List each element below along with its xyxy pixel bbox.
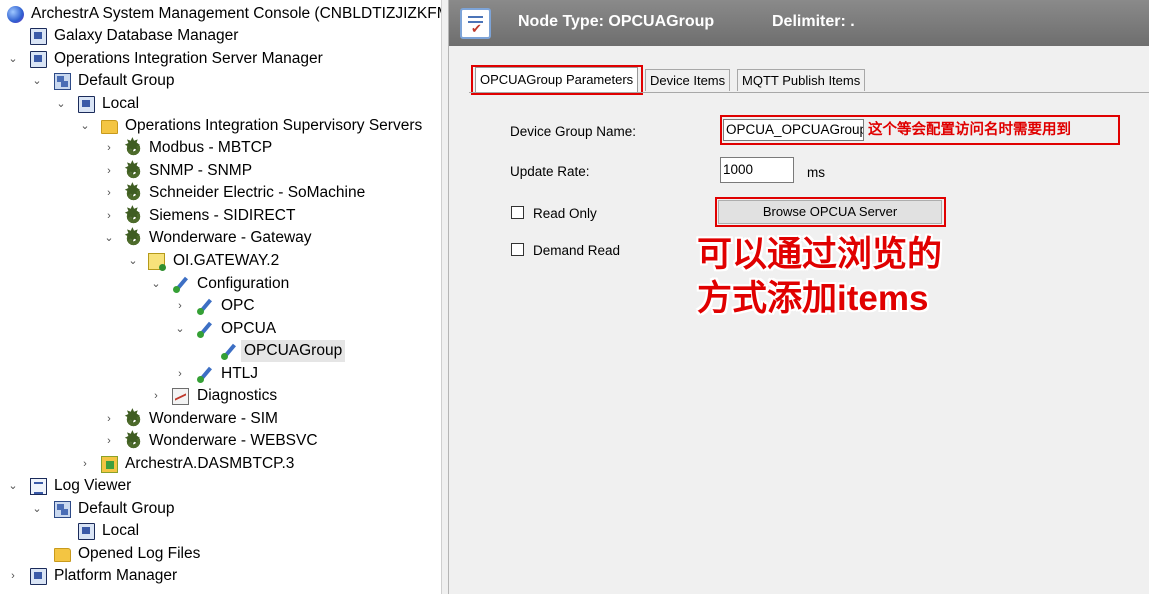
- tree-label: Modbus - MBTCP: [149, 139, 273, 156]
- config-pen-icon: [196, 366, 213, 383]
- archestra-logo-icon: [7, 6, 24, 23]
- chevron-down-icon[interactable]: ⌄: [127, 250, 139, 272]
- chevron-down-icon[interactable]: ⌄: [55, 93, 67, 115]
- device-group-name-label: Device Group Name:: [510, 124, 637, 139]
- group-icon: [54, 73, 71, 90]
- diagnostics-icon: [172, 388, 189, 405]
- chevron-right-icon[interactable]: ›: [150, 385, 162, 407]
- tree-label: ArchestrA System Management Console (CNB…: [31, 5, 441, 22]
- tree-label: Operations Integration Supervisory Serve…: [125, 117, 423, 134]
- chevron-down-icon[interactable]: ⌄: [150, 273, 162, 295]
- tree-label: Local: [102, 522, 140, 539]
- group-icon: [54, 501, 71, 518]
- tree-label: Local: [102, 95, 140, 112]
- chevron-right-icon[interactable]: ›: [103, 205, 115, 227]
- chevron-down-icon[interactable]: ⌄: [174, 318, 186, 340]
- tree-label: Opened Log Files: [78, 545, 201, 562]
- tree-label: Wonderware - SIM: [149, 410, 278, 427]
- chevron-down-icon[interactable]: ⌄: [31, 70, 43, 92]
- object-icon: [148, 253, 166, 271]
- chevron-down-icon[interactable]: ⌄: [7, 475, 19, 497]
- tab-highlight-box: [471, 65, 643, 95]
- gear-icon: [124, 136, 142, 157]
- node-type-label: Node Type: OPCUAGroup: [518, 13, 715, 30]
- tree-label: Platform Manager: [54, 567, 178, 584]
- chevron-down-icon[interactable]: ⌄: [103, 227, 115, 249]
- tree-label: ArchestrA.DASMBTCP.3: [125, 455, 295, 472]
- tab-mqtt-publish-items[interactable]: MQTT Publish Items: [737, 69, 866, 91]
- group-name-highlight-box: [720, 115, 1120, 145]
- tree-label: Wonderware - Gateway: [149, 229, 312, 246]
- folder-open-icon: [101, 120, 118, 134]
- computer-icon: [78, 523, 95, 540]
- details-pane: Node Type: OPCUAGroup Delimiter: . OPCUA…: [449, 0, 1149, 594]
- tree-label: SNMP - SNMP: [149, 162, 253, 179]
- tree-label: Default Group: [78, 500, 175, 517]
- gear-icon: [124, 181, 142, 202]
- delimiter-label: Delimiter: .: [772, 13, 855, 30]
- log-viewer-icon: [30, 478, 47, 495]
- chevron-right-icon[interactable]: ›: [103, 430, 115, 452]
- update-rate-unit: ms: [807, 165, 825, 180]
- browse-annotation-line2: 方式添加items: [697, 279, 929, 318]
- config-pen-icon: [196, 298, 213, 315]
- tree-label: Diagnostics: [197, 387, 278, 404]
- chevron-down-icon[interactable]: ⌄: [31, 498, 43, 520]
- tree-label: OPCUA: [221, 320, 277, 337]
- chevron-right-icon[interactable]: ›: [7, 565, 19, 587]
- monitor-icon: [30, 28, 47, 45]
- tree-label: Wonderware - WEBSVC: [149, 432, 318, 449]
- gear-icon: [124, 159, 142, 180]
- read-only-label: Read Only: [533, 206, 597, 221]
- config-pen-icon: [172, 276, 189, 293]
- gear-icon: [124, 226, 142, 247]
- tree-label: Log Viewer: [54, 477, 132, 494]
- tree-label: OI.GATEWAY.2: [173, 252, 280, 269]
- chevron-right-icon[interactable]: ›: [79, 453, 91, 475]
- tab-device-items[interactable]: Device Items: [645, 69, 731, 91]
- tree-label: Default Group: [78, 72, 175, 89]
- tree-label: HTLJ: [221, 365, 259, 382]
- tree-label: Schneider Electric - SoMachine: [149, 184, 366, 201]
- tree-label: Operations Integration Server Manager: [54, 50, 323, 67]
- das-server-icon: [101, 456, 118, 473]
- monitor-icon: [30, 51, 47, 68]
- chevron-right-icon[interactable]: ›: [103, 408, 115, 430]
- chevron-down-icon[interactable]: ⌄: [7, 48, 19, 70]
- tree-label-selected: OPCUAGroup: [241, 340, 346, 362]
- tree-label: Galaxy Database Manager: [54, 27, 239, 44]
- node-checklist-icon: [460, 8, 491, 39]
- config-pen-icon: [196, 321, 213, 338]
- read-only-checkbox[interactable]: [511, 206, 524, 219]
- tree-node-root[interactable]: ArchestrA System Management Console (CNB…: [0, 3, 441, 25]
- config-pen-icon: [220, 343, 237, 360]
- gear-icon: [124, 407, 142, 428]
- demand-read-label: Demand Read: [533, 243, 621, 258]
- chevron-down-icon[interactable]: ⌄: [79, 115, 91, 137]
- navigation-tree: ArchestrA System Management Console (CNB…: [0, 0, 441, 594]
- update-rate-label: Update Rate:: [510, 164, 590, 179]
- tree-label: Siemens - SIDIRECT: [149, 207, 296, 224]
- chevron-right-icon[interactable]: ›: [174, 295, 186, 317]
- gear-icon: [124, 429, 142, 450]
- chevron-right-icon[interactable]: ›: [103, 137, 115, 159]
- pane-splitter[interactable]: [441, 0, 449, 594]
- node-header: Node Type: OPCUAGroup Delimiter: .: [449, 0, 1149, 46]
- update-rate-field[interactable]: 1000: [720, 157, 794, 183]
- tree-label: Configuration: [197, 275, 290, 292]
- monitor-icon: [30, 568, 47, 585]
- folder-icon: [54, 548, 71, 562]
- chevron-right-icon[interactable]: ›: [174, 363, 186, 385]
- chevron-right-icon[interactable]: ›: [103, 182, 115, 204]
- browse-highlight-box: [715, 197, 946, 227]
- gear-icon: [124, 204, 142, 225]
- tree-label: OPC: [221, 297, 255, 314]
- browse-annotation-line1: 可以通过浏览的: [697, 235, 943, 274]
- chevron-right-icon[interactable]: ›: [103, 160, 115, 182]
- demand-read-checkbox[interactable]: [511, 243, 524, 256]
- computer-icon: [78, 96, 95, 113]
